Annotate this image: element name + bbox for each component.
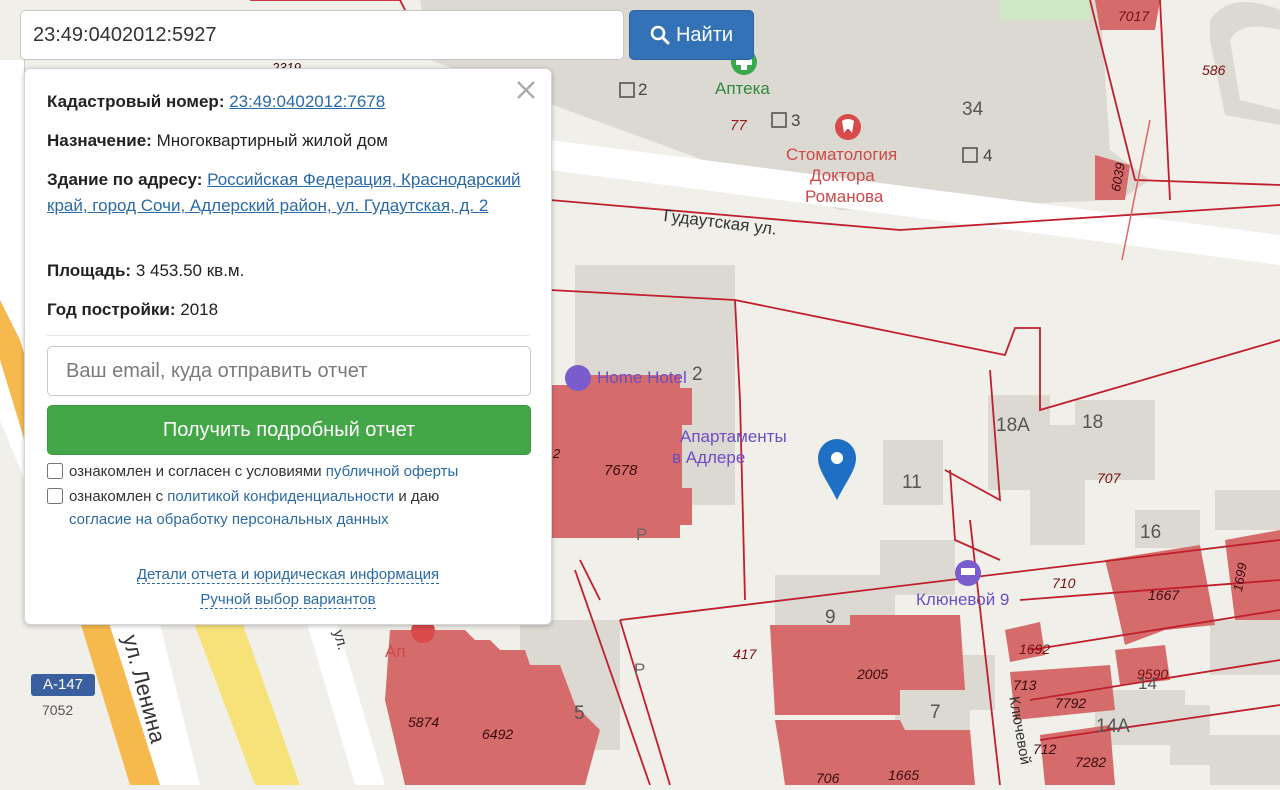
location-pin-icon bbox=[818, 439, 856, 500]
map-label: 7 bbox=[930, 702, 941, 723]
map-label: в Адлере bbox=[672, 448, 746, 467]
privacy-policy-link[interactable]: политикой конфиденциальности bbox=[167, 488, 394, 505]
year-label: Год постройки: bbox=[47, 300, 176, 319]
map-label: 7052 bbox=[42, 702, 74, 718]
map-label: 586 bbox=[1202, 62, 1226, 78]
building-right-bottom bbox=[1210, 735, 1280, 785]
map-label: 2 bbox=[638, 80, 648, 99]
map-label: 706 bbox=[816, 770, 840, 786]
map-label: 5874 bbox=[408, 714, 440, 730]
map-label: 18А bbox=[996, 415, 1030, 436]
cadastral-number-link[interactable]: 23:49:0402012:7678 bbox=[229, 92, 385, 111]
search-button-label: Найти bbox=[675, 23, 734, 46]
search-input[interactable] bbox=[20, 10, 624, 60]
map-label: 7017 bbox=[1118, 8, 1150, 24]
map-label: 18 bbox=[1082, 412, 1104, 433]
map-label: 2005 bbox=[857, 666, 889, 682]
map-label: 710 bbox=[1052, 575, 1076, 591]
building-16b bbox=[1215, 490, 1280, 530]
map-label: Ап bbox=[385, 642, 406, 661]
map-label: Клюневой 9 bbox=[916, 590, 1010, 609]
map-label: 7792 bbox=[1055, 695, 1087, 711]
road-badge: А-147 bbox=[31, 674, 95, 696]
map-label: Доктора bbox=[810, 166, 875, 185]
search-button[interactable]: Найти bbox=[629, 10, 754, 60]
map-label: Home Hotel bbox=[597, 368, 687, 387]
map-label: 14А bbox=[1096, 716, 1130, 737]
details-link[interactable]: Детали отчета и юридическая информация bbox=[136, 566, 440, 584]
privacy-checkbox[interactable] bbox=[47, 488, 63, 504]
offer-checkbox[interactable] bbox=[47, 463, 63, 479]
privacy-consent-text: ознакомлен с политикой конфиденциальност… bbox=[69, 485, 531, 508]
purpose-label: Назначение: bbox=[47, 131, 152, 150]
map-label: 713 bbox=[1013, 677, 1037, 693]
personal-data-consent: согласие на обработку персональных данны… bbox=[69, 508, 531, 531]
map-label: P bbox=[634, 660, 646, 679]
cadastral-row: Кадастровый номер: 23:49:0402012:7678 bbox=[47, 89, 529, 115]
map-label: Аптека bbox=[715, 79, 770, 98]
map-label: 1665 bbox=[888, 767, 920, 783]
map-label: 16 bbox=[1140, 522, 1162, 543]
map-label: 5 bbox=[574, 703, 585, 724]
privacy-consent-label-2: и даю bbox=[398, 488, 440, 505]
area-row: Площадь: 3 453.50 кв.м. bbox=[47, 258, 529, 284]
map-label: 7678 bbox=[604, 462, 638, 479]
offer-consent-text: ознакомлен и согласен с условиями публич… bbox=[69, 460, 531, 483]
map-label: 417 bbox=[733, 646, 757, 662]
map-label: Романова bbox=[805, 187, 884, 206]
parcel-7678 bbox=[552, 375, 692, 538]
hotel-icon bbox=[565, 365, 591, 391]
area-value: 3 453.50 кв.м. bbox=[135, 261, 245, 280]
year-row: Год постройки: 2018 bbox=[47, 297, 529, 323]
map-label: 7282 bbox=[1075, 754, 1107, 770]
email-input[interactable] bbox=[47, 346, 531, 396]
map-label: 707 bbox=[1097, 470, 1121, 486]
map-label: 1667 bbox=[1148, 587, 1180, 603]
building-right bbox=[1210, 620, 1280, 675]
park-top bbox=[1000, 0, 1090, 20]
cadastral-label: Кадастровый номер: bbox=[47, 92, 225, 111]
map-label: Апартаменты bbox=[680, 427, 787, 446]
purpose-value: Многоквартирный жилой дом bbox=[156, 131, 388, 150]
map-label: 4 bbox=[983, 146, 993, 165]
manual-selection-link[interactable]: Ручной выбор вариантов bbox=[200, 591, 376, 609]
offer-consent-label: ознакомлен и согласен с условиями bbox=[69, 463, 322, 480]
map-label: Стоматология bbox=[786, 145, 898, 164]
privacy-consent-label-1: ознакомлен с bbox=[69, 488, 164, 505]
map-label: 2 bbox=[553, 446, 561, 461]
map-label: 14 bbox=[1138, 674, 1157, 693]
get-report-button[interactable]: Получить подробный отчет bbox=[47, 405, 531, 455]
building-14b bbox=[1170, 705, 1210, 765]
year-value: 2018 bbox=[180, 300, 219, 319]
road-badge-label: А-147 bbox=[42, 676, 84, 693]
address-label: Здание по адресу: bbox=[47, 170, 203, 189]
purpose-row: Назначение: Многоквартирный жилой дом bbox=[47, 128, 529, 154]
map-label: 9 bbox=[825, 607, 836, 628]
area-label: Площадь: bbox=[47, 261, 132, 280]
details-link-row: Детали отчета и юридическая информация bbox=[25, 566, 551, 584]
public-offer-link[interactable]: публичной оферты bbox=[326, 463, 459, 480]
parcel-info-popup: Кадастровый номер: 23:49:0402012:7678 На… bbox=[24, 68, 552, 625]
address-row: Здание по адресу: Российская Федерация, … bbox=[47, 167, 529, 219]
map-label: 11 bbox=[902, 472, 922, 493]
map-label: 1692 bbox=[1019, 641, 1051, 657]
personal-data-link[interactable]: согласие на обработку персональных данны… bbox=[69, 511, 389, 528]
map-label: P bbox=[636, 525, 648, 544]
map-side-control[interactable] bbox=[0, 60, 25, 102]
popup-divider bbox=[47, 335, 529, 336]
manual-link-row: Ручной выбор вариантов bbox=[25, 591, 551, 609]
map-label: 34 bbox=[962, 99, 984, 120]
map-label: 77 bbox=[730, 117, 747, 134]
map-label: 3 bbox=[791, 111, 801, 130]
search-icon bbox=[650, 25, 670, 45]
map-label: 2 bbox=[692, 364, 703, 385]
map-label: 6492 bbox=[482, 726, 514, 742]
map-label: 712 bbox=[1033, 741, 1057, 757]
